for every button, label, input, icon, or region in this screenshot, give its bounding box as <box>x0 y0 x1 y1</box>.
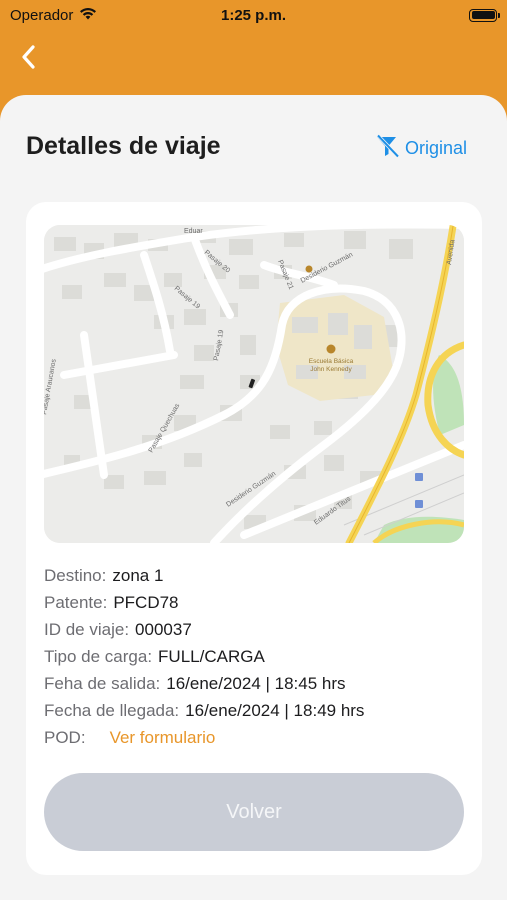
id-value: 000037 <box>135 620 192 639</box>
detail-id: ID de viaje: 000037 <box>44 620 474 647</box>
tipo-label: Tipo de carga: <box>44 647 153 666</box>
detail-tipo: Tipo de carga: FULL/CARGA <box>44 647 474 674</box>
destino-value: zona 1 <box>112 566 164 585</box>
original-label: Original <box>404 138 467 158</box>
llegada-value: 16/ene/2024 | 18:49 hrs <box>185 701 365 720</box>
llegada-label: Fecha de llegada: <box>44 701 180 720</box>
tipo-value: FULL/CARGA <box>158 647 265 666</box>
salida-value: 16/ene/2024 | 18:45 hrs <box>166 674 346 693</box>
trip-details: Destino: zona 1 Patente: PFCD78 ID de vi… <box>44 566 474 755</box>
page-title: Detalles de viaje <box>26 132 221 160</box>
patente-value: PFCD78 <box>113 593 179 612</box>
id-label: ID de viaje: <box>44 620 130 639</box>
salida-label: Feha de salida: <box>44 674 161 693</box>
ver-formulario-link[interactable]: Ver formulario <box>110 728 216 748</box>
detail-patente: Patente: PFCD78 <box>44 593 474 620</box>
detail-llegada: Fecha de llegada: 16/ene/2024 | 18:49 hr… <box>44 701 474 728</box>
patente-label: Patente: <box>44 593 108 612</box>
destino-label: Destino: <box>44 566 107 585</box>
carrier-name: Operador <box>10 6 74 24</box>
status-left: Operador <box>10 7 97 24</box>
wifi-icon <box>79 7 97 24</box>
battery-icon <box>469 8 500 22</box>
original-button[interactable]: Original <box>375 134 467 163</box>
filter-off-icon <box>375 134 401 163</box>
status-bar: Operador 1:25 p.m. <box>0 0 507 30</box>
map-label: Eduar <box>184 228 203 235</box>
detail-destino: Destino: zona 1 <box>44 566 474 593</box>
volver-button[interactable]: Volver <box>44 773 464 851</box>
chevron-left-icon <box>19 44 39 75</box>
map-label: John Kennedy <box>310 366 352 373</box>
volver-label: Volver <box>226 800 282 823</box>
trip-map[interactable]: Eduar Pasaje 20 Pasaje 21 Desiderio Guzm… <box>44 225 464 543</box>
detail-pod: POD: Ver formulario <box>44 728 474 755</box>
pod-label: POD: <box>44 728 86 747</box>
back-button[interactable] <box>12 42 46 76</box>
map-label: Escuela Básica <box>309 358 354 365</box>
detail-salida: Feha de salida: 16/ene/2024 | 18:45 hrs <box>44 674 474 701</box>
